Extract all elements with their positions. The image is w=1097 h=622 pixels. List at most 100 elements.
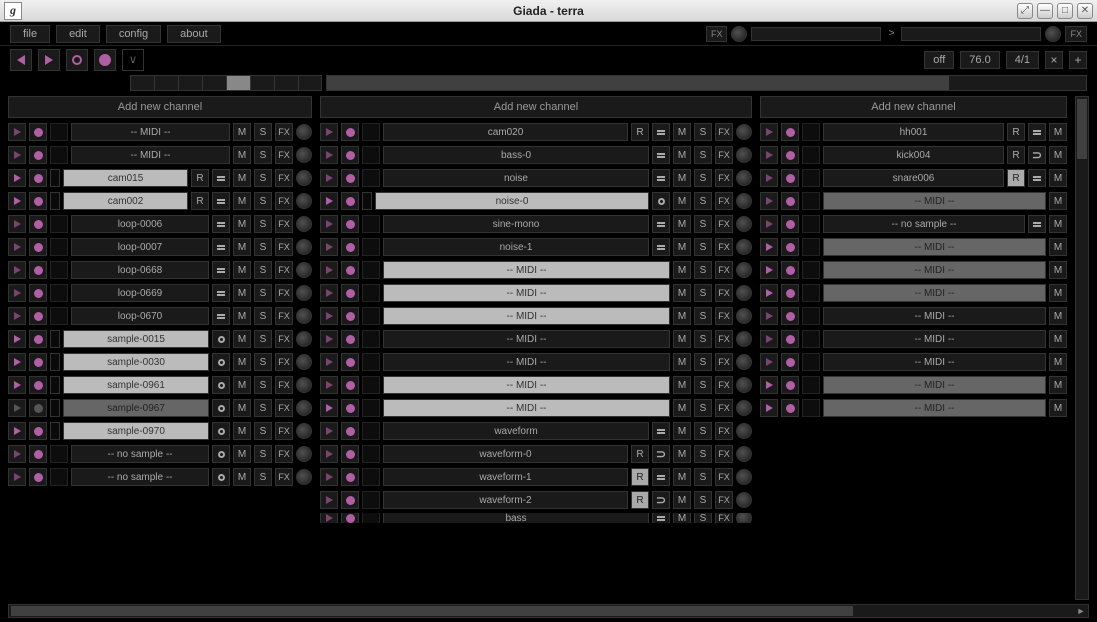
beat-grid[interactable] bbox=[130, 75, 322, 91]
channel-volume-knob[interactable] bbox=[296, 423, 312, 439]
channel-solo-button[interactable]: S bbox=[254, 146, 272, 164]
channel-mute-button[interactable]: M bbox=[233, 445, 251, 463]
channel-volume-knob[interactable] bbox=[736, 400, 752, 416]
channel-mode-button[interactable] bbox=[212, 284, 230, 302]
channel-fx-button[interactable]: FX bbox=[275, 399, 293, 417]
channel-fx-button[interactable]: FX bbox=[275, 123, 293, 141]
master-in-fx-button[interactable]: FX bbox=[706, 26, 728, 42]
channel-fx-button[interactable]: FX bbox=[275, 238, 293, 256]
channel-arm-button[interactable] bbox=[29, 261, 47, 279]
channel-fx-button[interactable]: FX bbox=[275, 353, 293, 371]
channel-mode-button[interactable] bbox=[652, 169, 670, 187]
menu-config[interactable]: config bbox=[106, 25, 161, 43]
channel-mute-button[interactable]: M bbox=[233, 376, 251, 394]
channel-mute-button[interactable]: M bbox=[1049, 376, 1067, 394]
channel-solo-button[interactable]: S bbox=[254, 284, 272, 302]
channel-fx-button[interactable]: FX bbox=[275, 422, 293, 440]
channel-name[interactable]: kick004 bbox=[823, 146, 1004, 164]
channel-solo-button[interactable]: S bbox=[254, 422, 272, 440]
channel-volume-knob[interactable] bbox=[736, 492, 752, 508]
channel-mute-button[interactable]: M bbox=[1049, 169, 1067, 187]
channel-volume-knob[interactable] bbox=[296, 377, 312, 393]
channel-solo-button[interactable]: S bbox=[694, 353, 712, 371]
channel-arm-button[interactable] bbox=[341, 513, 359, 523]
channel-mute-button[interactable]: M bbox=[673, 146, 691, 164]
channel-solo-button[interactable]: S bbox=[254, 169, 272, 187]
channel-arm-button[interactable] bbox=[341, 445, 359, 463]
channel-fx-button[interactable]: FX bbox=[275, 146, 293, 164]
channel-read-actions-button[interactable]: R bbox=[631, 491, 649, 509]
channel-mode-button[interactable] bbox=[212, 468, 230, 486]
channel-fx-button[interactable]: FX bbox=[715, 284, 733, 302]
channel-name[interactable]: waveform-1 bbox=[383, 468, 628, 486]
channel-arm-button[interactable] bbox=[781, 192, 799, 210]
channel-mute-button[interactable]: M bbox=[233, 422, 251, 440]
channel-name[interactable]: noise-0 bbox=[375, 192, 649, 210]
channel-mode-button[interactable] bbox=[652, 192, 670, 210]
channel-mode-button[interactable] bbox=[212, 192, 230, 210]
channel-mute-button[interactable]: M bbox=[1049, 284, 1067, 302]
channel-name[interactable]: -- MIDI -- bbox=[383, 261, 670, 279]
channel-name[interactable]: -- MIDI -- bbox=[823, 307, 1046, 325]
channel-play-button[interactable] bbox=[760, 261, 778, 279]
channel-read-actions-button[interactable]: R bbox=[1007, 146, 1025, 164]
channel-mute-button[interactable]: M bbox=[233, 238, 251, 256]
channel-arm-button[interactable] bbox=[781, 238, 799, 256]
channel-name[interactable]: cam015 bbox=[63, 169, 188, 187]
channel-play-button[interactable] bbox=[320, 261, 338, 279]
channel-arm-button[interactable] bbox=[29, 192, 47, 210]
channel-volume-knob[interactable] bbox=[736, 239, 752, 255]
channel-arm-button[interactable] bbox=[781, 169, 799, 187]
channel-fx-button[interactable]: FX bbox=[275, 445, 293, 463]
channel-play-button[interactable] bbox=[8, 284, 26, 302]
channel-name[interactable]: loop-0669 bbox=[71, 284, 209, 302]
channel-mode-button[interactable] bbox=[652, 238, 670, 256]
channel-mute-button[interactable]: M bbox=[233, 468, 251, 486]
channel-name[interactable]: -- MIDI -- bbox=[383, 307, 670, 325]
channel-volume-knob[interactable] bbox=[736, 216, 752, 232]
channel-volume-knob[interactable] bbox=[736, 423, 752, 439]
channel-arm-button[interactable] bbox=[781, 376, 799, 394]
channel-mode-button[interactable] bbox=[1028, 215, 1046, 233]
channel-fx-button[interactable]: FX bbox=[715, 215, 733, 233]
channel-volume-knob[interactable] bbox=[296, 308, 312, 324]
vertical-scrollbar[interactable] bbox=[1075, 96, 1089, 600]
channel-play-button[interactable] bbox=[8, 422, 26, 440]
channel-play-button[interactable] bbox=[760, 307, 778, 325]
time-signature[interactable]: 4/1 bbox=[1006, 51, 1039, 69]
channel-fx-button[interactable]: FX bbox=[715, 192, 733, 210]
channel-arm-button[interactable] bbox=[781, 330, 799, 348]
channel-read-actions-button[interactable]: R bbox=[1007, 123, 1025, 141]
channel-name[interactable]: sample-0015 bbox=[63, 330, 209, 348]
channel-mute-button[interactable]: M bbox=[1049, 330, 1067, 348]
channel-arm-button[interactable] bbox=[341, 307, 359, 325]
channel-mute-button[interactable]: M bbox=[233, 399, 251, 417]
channel-name[interactable]: -- MIDI -- bbox=[383, 376, 670, 394]
channel-mute-button[interactable]: M bbox=[673, 399, 691, 417]
rewind-button[interactable] bbox=[10, 49, 32, 71]
channel-name[interactable]: -- MIDI -- bbox=[823, 399, 1046, 417]
channel-arm-button[interactable] bbox=[781, 284, 799, 302]
channel-volume-knob[interactable] bbox=[736, 331, 752, 347]
channel-solo-button[interactable]: S bbox=[694, 376, 712, 394]
channel-fx-button[interactable]: FX bbox=[275, 307, 293, 325]
channel-volume-knob[interactable] bbox=[296, 147, 312, 163]
channel-mute-button[interactable]: M bbox=[233, 353, 251, 371]
channel-arm-button[interactable] bbox=[341, 169, 359, 187]
channel-solo-button[interactable]: S bbox=[694, 330, 712, 348]
channel-name[interactable]: -- MIDI -- bbox=[383, 353, 670, 371]
channel-play-button[interactable] bbox=[320, 123, 338, 141]
channel-name[interactable]: -- MIDI -- bbox=[383, 399, 670, 417]
channel-mute-button[interactable]: M bbox=[1049, 261, 1067, 279]
channel-name[interactable]: -- MIDI -- bbox=[71, 123, 230, 141]
channel-play-button[interactable] bbox=[8, 169, 26, 187]
channel-read-actions-button[interactable]: R bbox=[191, 192, 209, 210]
channel-fx-button[interactable]: FX bbox=[715, 445, 733, 463]
channel-name[interactable]: -- MIDI -- bbox=[823, 192, 1046, 210]
channel-mode-button[interactable] bbox=[212, 422, 230, 440]
channel-mute-button[interactable]: M bbox=[673, 353, 691, 371]
channel-name[interactable]: -- no sample -- bbox=[71, 445, 209, 463]
channel-mode-button[interactable] bbox=[212, 307, 230, 325]
channel-arm-button[interactable] bbox=[341, 376, 359, 394]
channel-solo-button[interactable]: S bbox=[694, 284, 712, 302]
